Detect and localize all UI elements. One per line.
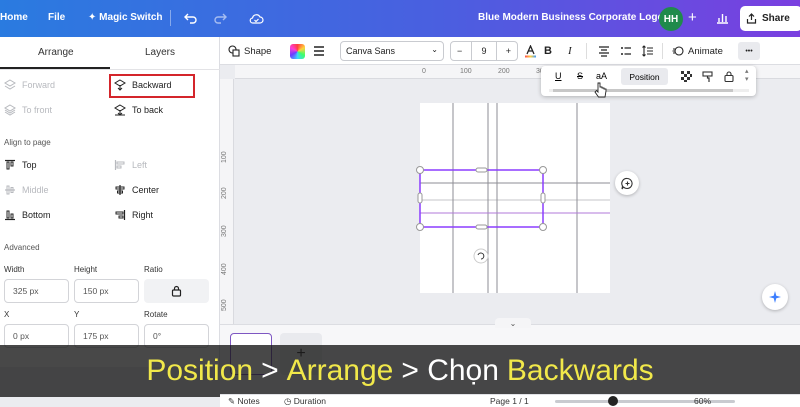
popover-scroll-arrows-icon[interactable]: ▴ ▾ (745, 68, 749, 84)
selected-element-frame[interactable] (419, 169, 544, 228)
underline-button[interactable]: U (555, 71, 562, 81)
text-format-popover: U S aA Position ▴ ▾ (541, 66, 756, 96)
caption-word: Position (146, 354, 254, 387)
chevron-down-icon: ⌄ (509, 318, 517, 328)
resize-handle[interactable] (539, 166, 547, 174)
caption-word: Arrange (286, 354, 394, 387)
caption-separator: > (261, 354, 279, 387)
sparkle-assistant-icon (769, 291, 781, 303)
resize-handle[interactable] (539, 223, 547, 231)
zoom-level[interactable]: 60% (694, 396, 711, 406)
resize-handle[interactable] (416, 166, 424, 174)
transparency-icon[interactable] (681, 71, 692, 84)
notes-icon: ✎ (228, 396, 236, 406)
page-indicator[interactable]: Page 1 / 1 (490, 396, 529, 406)
rotate-handle[interactable] (473, 248, 489, 264)
hand-cursor-icon (594, 82, 607, 98)
caption-word: Backwards (506, 354, 654, 387)
resize-handle[interactable] (417, 192, 423, 204)
resize-handle[interactable] (475, 224, 488, 230)
status-bar: ✎ Notes ◷ Duration Page 1 / 1 60% (220, 394, 800, 407)
lock-element-icon[interactable] (724, 71, 734, 84)
caption-separator: > Chọn (401, 354, 499, 387)
resize-handle[interactable] (475, 167, 488, 173)
resize-handle[interactable] (540, 192, 546, 204)
zoom-slider-handle[interactable] (608, 396, 618, 406)
letter-case-button[interactable]: aA (596, 71, 607, 81)
resize-handle[interactable] (416, 223, 424, 231)
timer-icon: ◷ (284, 396, 292, 406)
paint-format-icon[interactable] (702, 71, 713, 85)
position-button[interactable]: Position (621, 68, 668, 85)
collapse-pages-toggle[interactable]: ⌄ (495, 318, 531, 328)
magic-assistant-button[interactable] (762, 284, 788, 310)
notes-button[interactable]: ✎ Notes (228, 396, 260, 407)
duration-button[interactable]: ◷ Duration (284, 396, 326, 407)
add-comment-button[interactable] (615, 171, 639, 195)
tutorial-caption: Position > Arrange > Chọn Backwards (0, 345, 800, 397)
comment-add-icon (620, 177, 633, 189)
canva-editor: Home File ✦ Magic Switch Blue Modern Bus… (0, 0, 800, 407)
strikethrough-button[interactable]: S (577, 71, 583, 81)
popover-scrollbar[interactable] (549, 89, 749, 92)
